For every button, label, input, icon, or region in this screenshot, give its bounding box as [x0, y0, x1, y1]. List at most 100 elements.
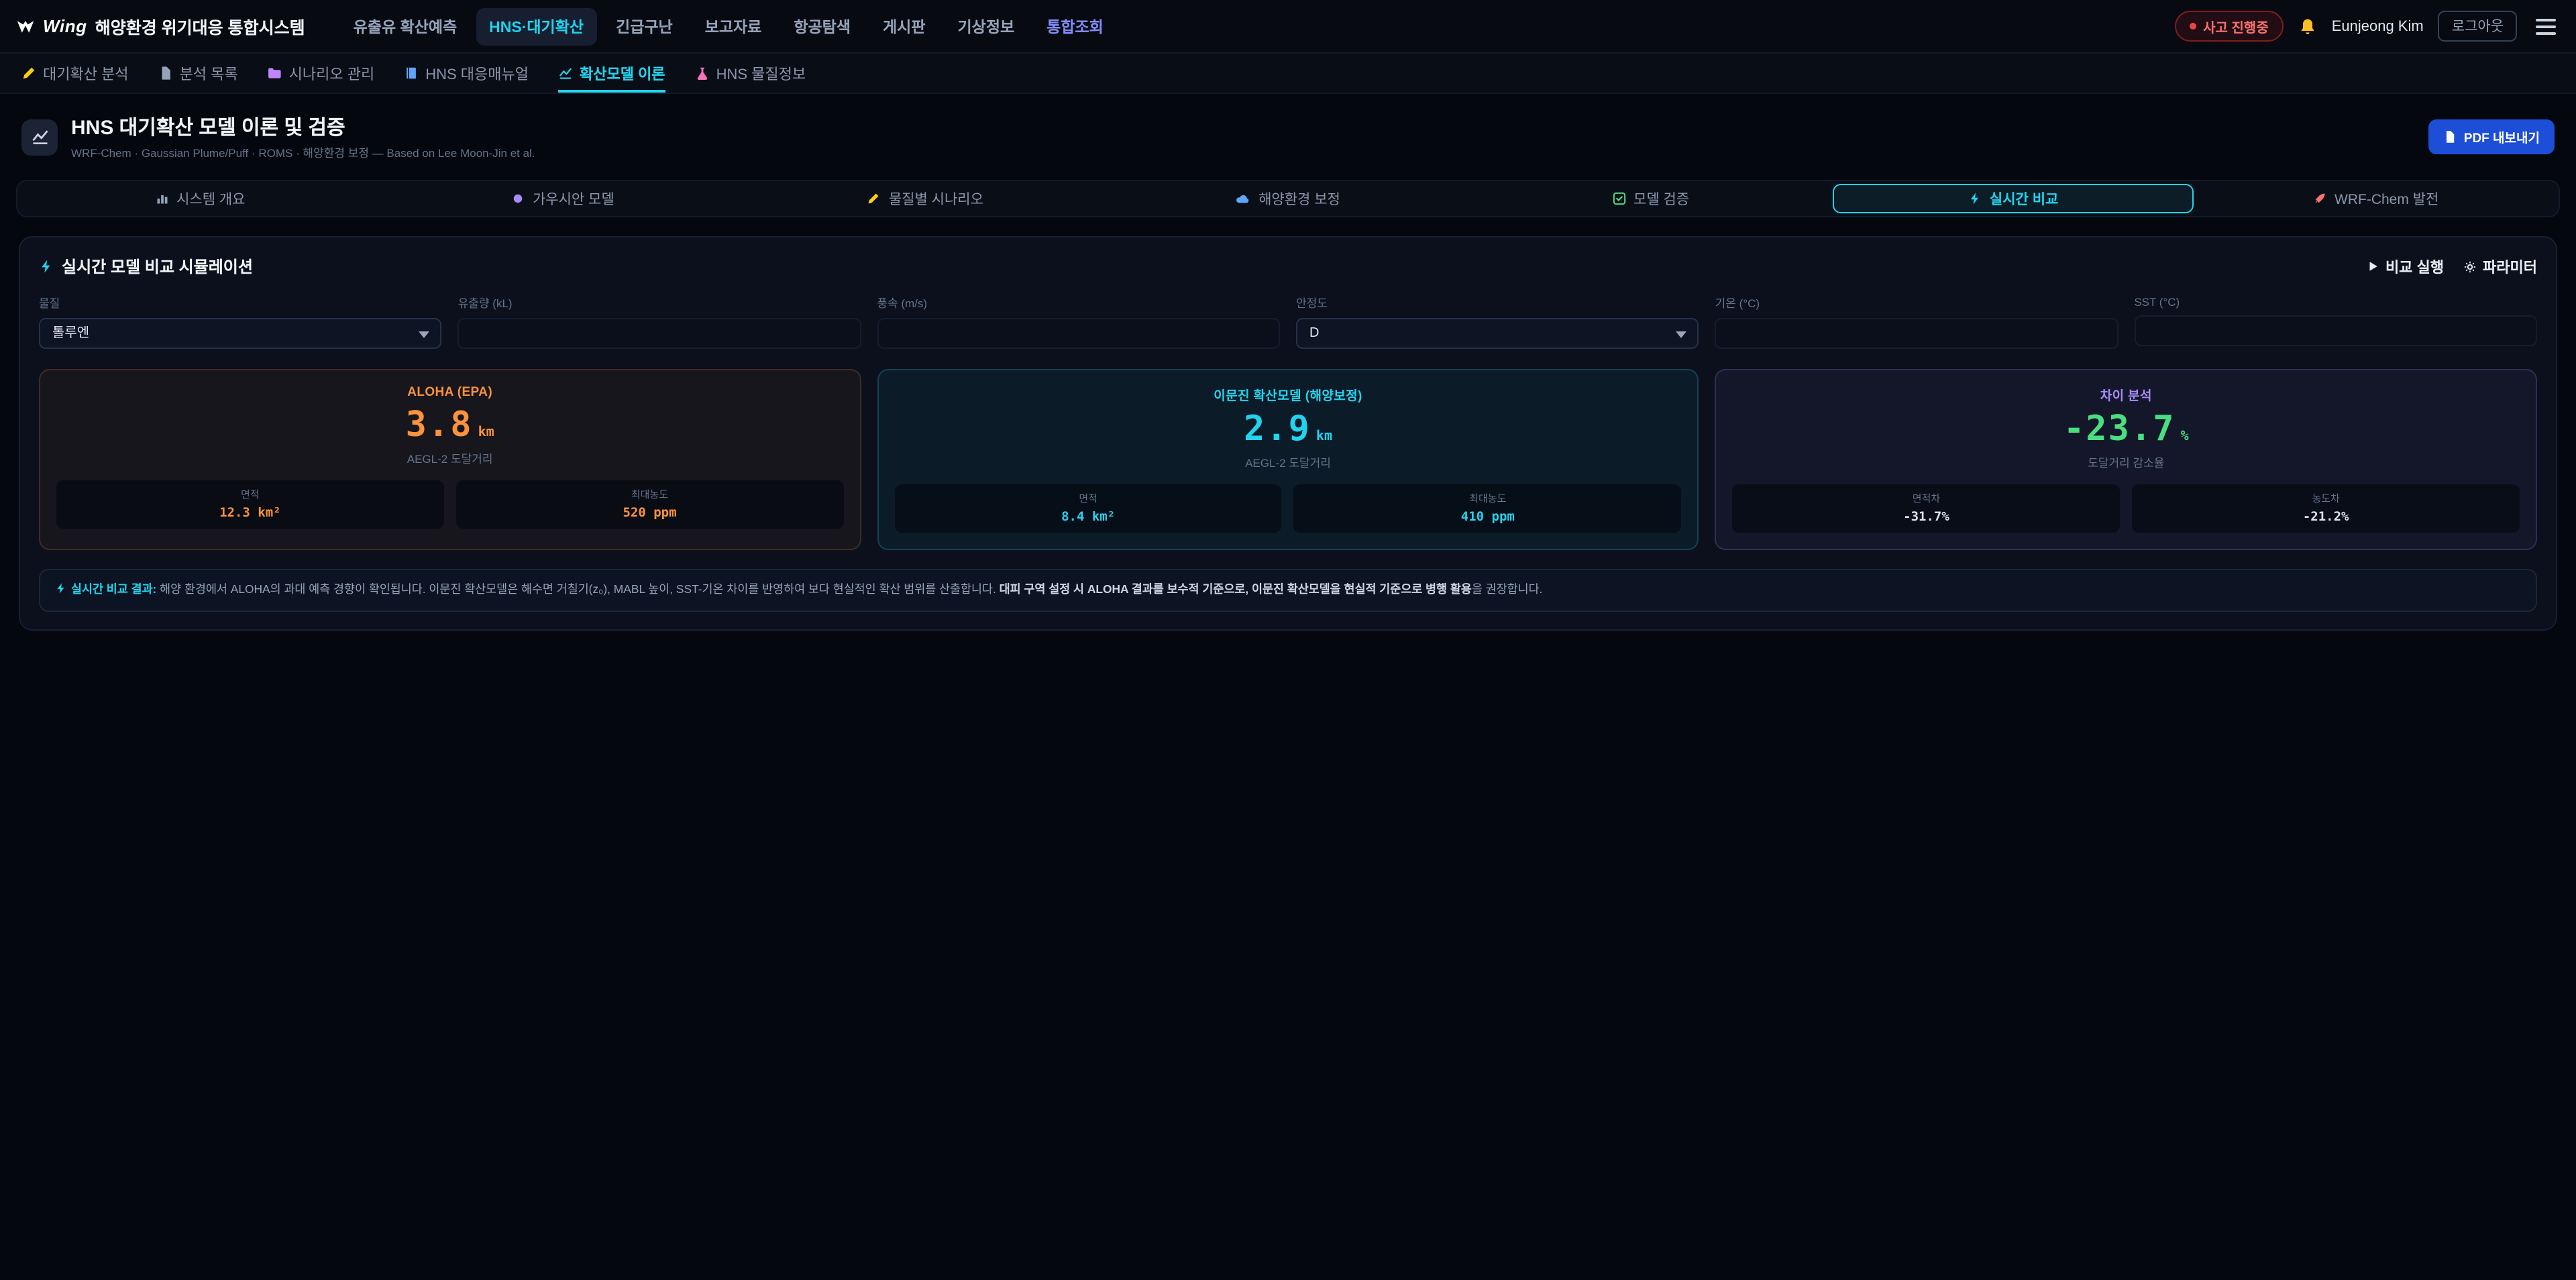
topbar-right: 사고 진행중 Eunjeong Kim 로그아웃	[2175, 11, 2560, 42]
tab-realtime-comparison[interactable]: 실시간 비교	[1833, 184, 2194, 213]
note-text: 실시간 비교 결과: 해양 환경에서 ALOHA의 과대 예측 경향이 확인됩니…	[55, 582, 2521, 600]
tab-wrfchem[interactable]: WRF-Chem 발전	[2196, 184, 2556, 213]
field-label: 물질	[39, 295, 442, 311]
nav-item-hns-atmospheric[interactable]: HNS·대기확산	[476, 7, 597, 45]
brand[interactable]: Wing 해양환경 위기대응 통합시스템	[16, 13, 305, 39]
nav-item-oil-spill[interactable]: 유출유 확산예측	[340, 7, 471, 45]
main-nav: 유출유 확산예측 HNS·대기확산 긴급구난 보고자료 항공탐색 게시판 기상정…	[340, 7, 1117, 45]
stat-value: 520 ppm	[464, 506, 836, 521]
file-icon	[2444, 130, 2457, 144]
nav-item-reports[interactable]: 보고자료	[692, 7, 775, 45]
subnav-item-analysis-list[interactable]: 분석 목록	[158, 54, 238, 93]
tab-model-validation[interactable]: 모델 검증	[1470, 184, 1831, 213]
result-title: 이문진 확산모델 (해양보정)	[894, 385, 1681, 404]
simulation-title: 실시간 모델 비교 시뮬레이션	[62, 255, 253, 278]
result-title: 차이 분석	[1733, 385, 2520, 404]
tab-label: 해양환경 보정	[1258, 189, 1340, 209]
field-air-temp: 기온 (°C)	[1715, 295, 2118, 349]
note-body-2: 을 권장합니다.	[1472, 583, 1543, 596]
nav-item-board[interactable]: 게시판	[869, 7, 939, 45]
stat-area: 면적 8.4 km²	[894, 485, 1282, 533]
wind-speed-input[interactable]	[877, 318, 1280, 349]
substance-select[interactable]: 톨루엔	[39, 318, 442, 349]
app-root: Wing 해양환경 위기대응 통합시스템 유출유 확산예측 HNS·대기확산 긴…	[0, 0, 2576, 1280]
sub-navbar: 대기확산 분석 분석 목록 시나리오 관리 HNS 대응매뉴얼 확산모델 이론 …	[0, 54, 2576, 94]
run-comparison-button[interactable]: 비교 실행	[2367, 256, 2444, 277]
tab-label: 모델 검증	[1633, 189, 1689, 209]
note-label: 실시간 비교 결과:	[71, 583, 156, 596]
play-icon	[2367, 260, 2379, 272]
menu-icon[interactable]	[2532, 14, 2560, 38]
flask-icon	[695, 66, 710, 81]
realtime-simulation-card: 실시간 모델 비교 시뮬레이션 비교 실행 파라미터 물질 톨루엔	[19, 236, 2557, 631]
note-body-1: 해양 환경에서 ALOHA의 과대 예측 경향이 확인됩니다. 이문진 확산모델…	[156, 583, 999, 596]
stat-label: 면적	[64, 488, 436, 502]
section-tabstrip: 시스템 개요 가우시안 모델 물질별 시나리오 해양환경 보정 모델 검증 실시…	[16, 180, 2560, 217]
result-value: 2.9km	[894, 412, 1681, 449]
pdf-export-button[interactable]: PDF 내보내기	[2429, 119, 2555, 154]
parameter-button[interactable]: 파라미터	[2463, 256, 2537, 277]
wing-logo-icon	[16, 17, 35, 36]
top-navbar: Wing 해양환경 위기대응 통합시스템 유출유 확산예측 HNS·대기확산 긴…	[0, 0, 2576, 54]
result-title: ALOHA (EPA)	[56, 385, 843, 400]
tab-gaussian-model[interactable]: 가우시안 모델	[383, 184, 743, 213]
lightning-icon	[55, 583, 67, 595]
nav-item-integrated-search[interactable]: 통합조회	[1033, 7, 1117, 45]
field-label: 유출량 (kL)	[458, 295, 861, 311]
stat-area: 면적 12.3 km²	[56, 481, 444, 529]
run-comparison-label: 비교 실행	[2385, 256, 2444, 277]
line-chart-icon	[30, 127, 49, 146]
brand-logo-text: Wing	[43, 16, 87, 36]
gear-icon	[2463, 260, 2476, 273]
subnav-item-response-manual[interactable]: HNS 대응매뉴얼	[404, 54, 529, 93]
subnav-item-scenario-manage[interactable]: 시나리오 관리	[268, 54, 375, 93]
result-value: 3.8km	[56, 408, 843, 445]
tab-label: 가우시안 모델	[533, 189, 614, 209]
tab-substance-scenario[interactable]: 물질별 시나리오	[745, 184, 1106, 213]
logout-button[interactable]: 로그아웃	[2438, 11, 2517, 42]
stat-value: 410 ppm	[1302, 511, 1674, 525]
result-value: -23.7%	[1733, 412, 2520, 449]
tab-system-overview[interactable]: 시스템 개요	[20, 184, 380, 213]
bell-icon[interactable]	[2298, 17, 2317, 36]
tab-marine-correction[interactable]: 해양환경 보정	[1108, 184, 1468, 213]
result-caption: AEGL-2 도달거리	[56, 451, 843, 468]
stability-select[interactable]: D	[1296, 318, 1699, 349]
subnav-label: 대기확산 분석	[43, 62, 129, 84]
nav-item-aerial-search[interactable]: 항공탐색	[780, 7, 864, 45]
pencil-icon	[21, 66, 36, 81]
nav-item-rescue[interactable]: 긴급구난	[602, 7, 686, 45]
circle-icon	[511, 192, 525, 205]
document-icon	[158, 66, 173, 81]
subnav-label: HNS 대응매뉴얼	[425, 62, 529, 84]
incident-badge-label: 사고 진행중	[2203, 16, 2269, 36]
parameter-label: 파라미터	[2483, 256, 2537, 277]
note-body-bold: 대피 구역 설정 시 ALOHA 결과를 보수적 기준으로, 이문진 확산모델을…	[1000, 583, 1472, 596]
stat-value: -21.2%	[2140, 511, 2512, 525]
subnav-item-analysis[interactable]: 대기확산 분석	[21, 54, 129, 93]
incident-status-badge[interactable]: 사고 진행중	[2175, 11, 2284, 42]
field-label: 풍속 (m/s)	[877, 295, 1280, 311]
air-temp-input[interactable]	[1715, 318, 2118, 349]
field-wind-speed: 풍속 (m/s)	[877, 295, 1280, 349]
page-subtitle: WRF-Chem · Gaussian Plume/Puff · ROMS · …	[71, 145, 535, 161]
result-stats: 면적 8.4 km² 최대농도 410 ppm	[894, 485, 1681, 533]
stat-label: 면적차	[1741, 492, 2112, 506]
lightning-icon	[39, 259, 54, 274]
subnav-item-substance-info[interactable]: HNS 물질정보	[695, 54, 806, 93]
spill-amount-input[interactable]	[458, 318, 861, 349]
stat-max-concentration: 최대농도 520 ppm	[456, 481, 844, 529]
user-name: Eunjeong Kim	[2332, 18, 2424, 34]
chart-icon	[558, 66, 573, 81]
field-sst: SST (°C)	[2134, 295, 2537, 349]
substance-select-wrap: 톨루엔	[39, 318, 442, 349]
stat-max-concentration: 최대농도 410 ppm	[1294, 485, 1682, 533]
page-icon-box	[21, 119, 58, 155]
subnav-item-model-theory[interactable]: 확산모델 이론	[558, 54, 665, 93]
tab-label: 실시간 비교	[1990, 189, 2058, 209]
result-caption: 도달거리 감소율	[1733, 456, 2520, 472]
result-unit: km	[1316, 429, 1332, 444]
sst-input[interactable]	[2134, 315, 2537, 346]
subnav-label: HNS 물질정보	[716, 62, 806, 84]
nav-item-weather[interactable]: 기상정보	[945, 7, 1028, 45]
